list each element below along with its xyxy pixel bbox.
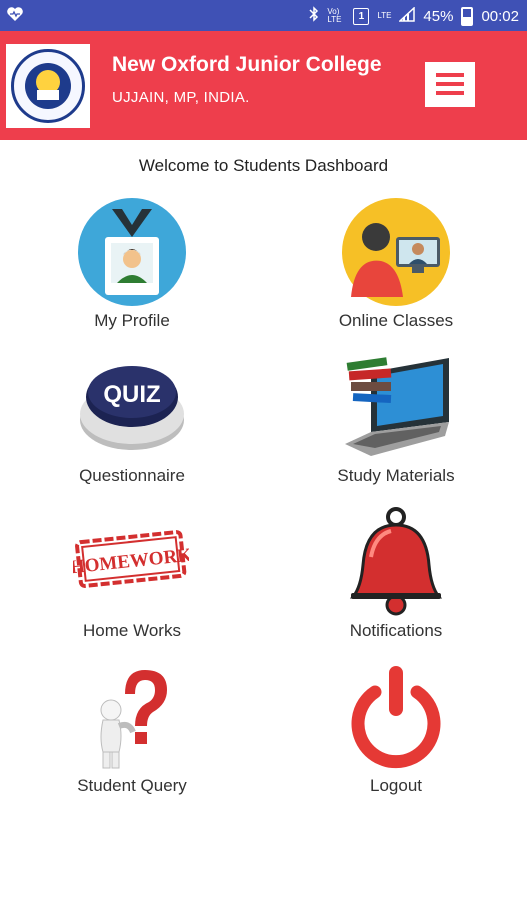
volte-icon: Vo) LTE — [327, 7, 342, 24]
svg-text:QUIZ: QUIZ — [103, 381, 160, 408]
home-works-label: Home Works — [83, 621, 181, 640]
signal-icon — [398, 5, 416, 26]
questionnaire-tile[interactable]: QUIZ Questionnaire — [32, 352, 232, 502]
notifications-label: Notifications — [349, 621, 443, 640]
notifications-tile[interactable]: Notifications — [296, 507, 496, 657]
question-mark-figure-icon — [77, 662, 187, 772]
online-classes-tile[interactable]: Online Classes — [296, 197, 496, 347]
home-works-tile[interactable]: HOMEWORK Home Works — [32, 507, 232, 657]
menu-icon-bar — [436, 91, 464, 95]
homework-stamp-icon: HOMEWORK — [69, 507, 193, 617]
college-name: New Oxford Junior College — [112, 53, 382, 76]
id-badge-icon — [77, 197, 187, 307]
student-query-tile[interactable]: Student Query — [32, 662, 232, 812]
video-call-icon — [341, 197, 451, 307]
bluetooth-icon — [309, 6, 319, 26]
heart-notification-icon — [7, 7, 23, 21]
menu-icon — [436, 73, 464, 77]
power-icon — [341, 662, 451, 772]
menu-button[interactable] — [425, 62, 475, 107]
bell-icon — [341, 507, 451, 617]
app-header: New Oxford Junior College UJJAIN, MP, IN… — [0, 31, 527, 140]
quiz-button-icon: QUIZ — [77, 352, 187, 462]
logout-label: Logout — [370, 776, 422, 795]
status-bar: Vo) LTE 1 LTE 45% 00:02 — [0, 0, 527, 31]
sim-icon: 1 — [353, 7, 370, 25]
lte-icon: LTE — [377, 11, 392, 20]
college-location: UJJAIN, MP, INDIA. — [112, 89, 250, 106]
welcome-text: Welcome to Students Dashboard — [138, 156, 389, 175]
battery-icon — [461, 6, 474, 26]
clock: 00:02 — [481, 7, 519, 25]
my-profile-tile[interactable]: My Profile — [32, 197, 232, 347]
study-materials-tile[interactable]: Study Materials — [296, 352, 496, 502]
laptop-books-icon — [341, 352, 451, 462]
study-materials-label: Study Materials — [337, 466, 455, 485]
questionnaire-label: Questionnaire — [79, 466, 185, 485]
my-profile-label: My Profile — [94, 311, 170, 330]
menu-icon-bar — [436, 82, 464, 86]
logout-tile[interactable]: Logout — [296, 662, 496, 812]
student-query-label: Student Query — [77, 776, 187, 795]
battery-percent: 45% — [423, 7, 454, 25]
college-logo — [6, 44, 90, 128]
online-classes-label: Online Classes — [338, 311, 454, 330]
svg-text:HOMEWORK: HOMEWORK — [73, 545, 189, 579]
